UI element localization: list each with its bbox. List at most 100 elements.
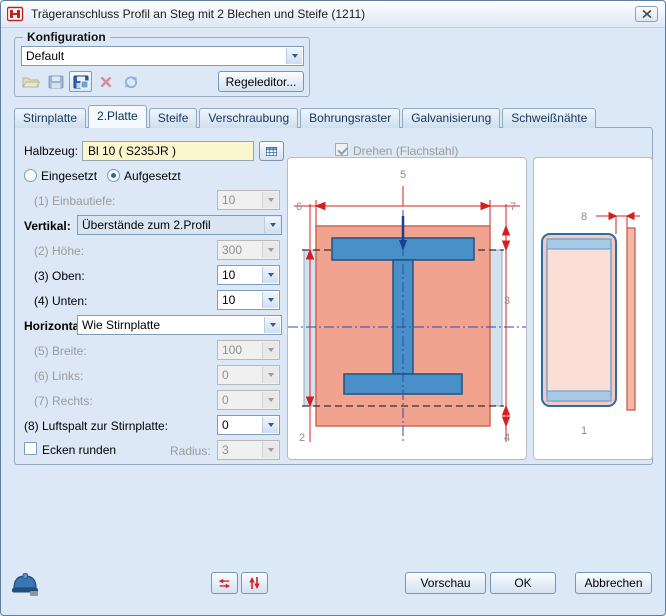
bottom-flange-section (547, 391, 611, 401)
chevron-down-icon (262, 192, 278, 208)
row-links: (6) Links: 0 (15, 365, 315, 387)
callout-1: 1 (581, 425, 587, 437)
row-luftspalt: (8) Luftspalt zur Stirnplatte: 0 (15, 415, 315, 437)
callout-5: 5 (400, 169, 406, 181)
row-vertikal: Vertikal: Überstände zum 2.Profil (15, 215, 315, 237)
tab-bar: Stirnplatte 2.Platte Steife Verschraubun… (14, 105, 598, 128)
tab-2platte[interactable]: 2.Platte (88, 105, 147, 128)
close-button[interactable] (635, 6, 658, 22)
row-breite: (5) Breite: 100 (15, 340, 315, 362)
tab-stirnplatte[interactable]: Stirnplatte (14, 108, 86, 128)
chevron-down-icon (262, 267, 278, 283)
vertikal-label: Vertikal: (24, 219, 71, 233)
oben-label: (3) Oben: (34, 269, 85, 283)
vorschau-button[interactable]: Vorschau (405, 572, 486, 594)
refresh-arrows-icon (123, 75, 139, 89)
row-hoehe: (2) Höhe: 300 (15, 240, 315, 262)
configuration-select[interactable]: Default (21, 46, 304, 66)
row-radius: Radius: 3 (15, 440, 315, 462)
side-plate-right (490, 250, 502, 406)
luftspalt-label: (8) Luftspalt zur Stirnplatte: (24, 419, 168, 433)
chevron-down-icon (286, 48, 302, 64)
tab-bohrungsraster[interactable]: Bohrungsraster (300, 108, 400, 128)
tab-verschraubung[interactable]: Verschraubung (199, 108, 298, 128)
horizontal-select[interactable]: Wie Stirnplatte (77, 315, 282, 335)
window-title: Trägeranschluss Profil an Steg mit 2 Ble… (31, 7, 365, 21)
luftspalt-select[interactable]: 0 (217, 415, 280, 435)
plate-side-view (547, 239, 611, 401)
swap-horizontal-icon (218, 577, 231, 590)
open-configuration-button (19, 71, 42, 92)
abbrechen-button[interactable]: Abbrechen (575, 572, 652, 594)
row-rechts: (7) Rechts: 0 (15, 390, 315, 412)
dialog-traegeranschluss: Trägeranschluss Profil an Steg mit 2 Ble… (0, 0, 666, 616)
open-folder-icon (22, 75, 40, 89)
eingesetzt-label: Eingesetzt (41, 169, 97, 183)
chevron-down-icon (262, 367, 278, 383)
tab-galvanisierung[interactable]: Galvanisierung (402, 108, 500, 128)
row-einbautiefe: (1) Einbautiefe: 10 (15, 190, 315, 212)
delete-cross-icon (99, 75, 113, 89)
side-view-diagram: 8 1 (534, 158, 652, 459)
chevron-down-icon (262, 242, 278, 258)
halbzeug-label: Halbzeug: (24, 144, 78, 158)
einbautiefe-select: 10 (217, 190, 280, 210)
links-select: 0 (217, 365, 280, 385)
drehen-label: Drehen (Flachstahl) (353, 144, 458, 158)
einbautiefe-label: (1) Einbautiefe: (34, 194, 115, 208)
aufgesetzt-label: Aufgesetzt (124, 169, 181, 183)
civil-engineering-icon (11, 571, 39, 597)
callout-4: 4 (504, 432, 510, 444)
vertikal-select[interactable]: Überstände zum 2.Profil (77, 215, 282, 235)
chevron-down-icon (262, 417, 278, 433)
eingesetzt-radio[interactable] (24, 169, 37, 182)
radius-select: 3 (217, 440, 280, 460)
breite-select: 100 (217, 340, 280, 360)
hoehe-label: (2) Höhe: (34, 244, 84, 258)
hoehe-select: 300 (217, 240, 280, 260)
callout-3: 3 (504, 295, 510, 307)
unten-select[interactable]: 10 (217, 290, 280, 310)
unten-label: (4) Unten: (34, 294, 87, 308)
app-icon (7, 6, 25, 22)
front-view-panel: 5 6 7 3 2 4 (287, 157, 527, 460)
halbzeug-input[interactable]: Bl 10 ( S235JR ) (82, 141, 254, 161)
tab-schweissnaehte[interactable]: Schweißnähte (502, 108, 596, 128)
configuration-group: Konfiguration Default (14, 37, 310, 97)
callout-7: 7 (510, 201, 516, 213)
tab-steife[interactable]: Steife (149, 108, 198, 128)
row-horizontal: Horizontal: Wie Stirnplatte (15, 315, 315, 337)
material-table-icon (266, 145, 277, 158)
callout-2: 2 (299, 432, 305, 444)
chevron-down-icon (262, 392, 278, 408)
callout-8: 8 (581, 211, 587, 223)
swap-horizontal-button[interactable] (211, 572, 238, 594)
material-table-button[interactable] (259, 141, 284, 161)
chevron-down-icon (262, 342, 278, 358)
links-label: (6) Links: (34, 369, 83, 383)
oben-select[interactable]: 10 (217, 265, 280, 285)
aufgesetzt-radio[interactable] (107, 169, 120, 182)
front-view-diagram: 5 6 7 3 2 4 (288, 158, 526, 459)
tab-content-2platte: Halbzeug: Bl 10 ( S235JR ) Drehen (Flach… (14, 127, 653, 465)
swap-vertical-button[interactable] (241, 572, 268, 594)
ok-button[interactable]: OK (490, 572, 556, 594)
save-as-configuration-button[interactable] (69, 71, 92, 92)
callout-6: 6 (296, 201, 302, 213)
regeleditor-button[interactable]: Regeleditor... (218, 71, 304, 92)
row-unten: (4) Unten: 10 (15, 290, 315, 312)
swap-vertical-icon (248, 576, 261, 590)
stirnplatte-strip (627, 228, 635, 410)
top-flange-section (547, 239, 611, 249)
rechts-label: (7) Rechts: (34, 394, 93, 408)
save-configuration-icon (73, 75, 89, 89)
configuration-toolbar (19, 71, 142, 92)
chevron-down-icon (264, 317, 280, 333)
radius-label: Radius: (170, 444, 211, 458)
close-icon (642, 10, 652, 18)
configuration-legend: Konfiguration (23, 30, 110, 44)
row-oben: (3) Oben: 10 (15, 265, 315, 287)
refresh-configuration-button (119, 71, 142, 92)
save-disk-icon (48, 75, 64, 89)
save-configuration-button (44, 71, 67, 92)
